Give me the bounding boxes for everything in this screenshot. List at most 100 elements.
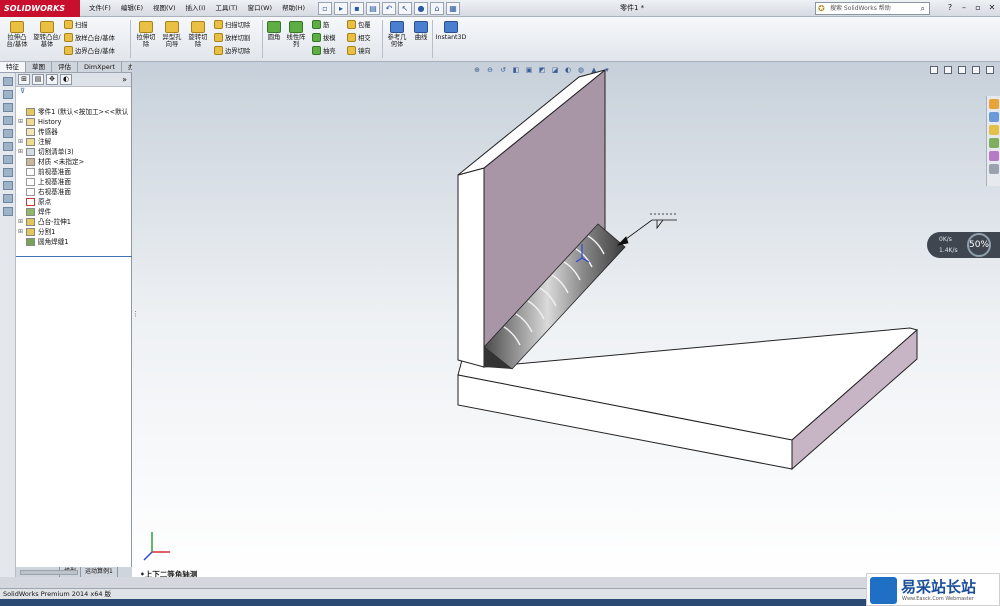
property-manager-icon[interactable]: ▤ bbox=[32, 74, 44, 85]
tree-item-part[interactable]: 零件1 (默认<按加工><<默认 bbox=[18, 107, 128, 117]
rollback-bar[interactable] bbox=[16, 256, 132, 257]
weldment-model[interactable] bbox=[132, 62, 1000, 577]
restore-icon[interactable]: ▫ bbox=[972, 1, 984, 14]
curves-button[interactable]: 曲线 bbox=[412, 21, 430, 41]
menu-tools[interactable]: 工具(T) bbox=[211, 0, 243, 17]
feature-tree-icon[interactable]: ⊞ bbox=[18, 74, 30, 85]
graphics-area[interactable]: ⊕ ⊖ ↺ ◧ ▣ ◩ ◪ ◐ ◍ ▲ ▾ 0K/s 1.4K/s 50% ⋮ … bbox=[132, 62, 1000, 577]
appearances-icon[interactable] bbox=[988, 151, 999, 161]
menu-edit[interactable]: 编辑(E) bbox=[116, 0, 148, 17]
solidworks-logo[interactable]: SOLIDWORKS bbox=[0, 0, 80, 17]
mass-props-icon[interactable] bbox=[2, 168, 13, 177]
tree-item-boss-extrude[interactable]: ⊞ 凸台-拉伸1 bbox=[18, 217, 71, 227]
filter-icon[interactable]: ⊽ bbox=[16, 87, 131, 96]
view-palette-icon[interactable] bbox=[988, 138, 999, 148]
extrude-cut-button[interactable]: 拉伸切除 bbox=[134, 21, 158, 48]
print-icon[interactable]: ▤ bbox=[366, 2, 380, 15]
tree-item-sensors[interactable]: 传感器 bbox=[18, 127, 58, 137]
boundary-cut-button[interactable]: 边界切除 bbox=[214, 46, 250, 55]
menu-view[interactable]: 视图(V) bbox=[148, 0, 181, 17]
lofted-cut-button[interactable]: 放样切割 bbox=[214, 33, 250, 42]
minimize-icon[interactable]: – bbox=[958, 1, 970, 14]
tree-item-material[interactable]: 材质 <未指定> bbox=[18, 157, 84, 167]
tree-item-cut-list[interactable]: ⊞ 切割清单(3) bbox=[18, 147, 74, 157]
linear-pattern-button[interactable]: 线性阵列 bbox=[286, 21, 306, 48]
tab-evaluate[interactable]: 评估 bbox=[52, 62, 78, 72]
design-library-icon[interactable] bbox=[988, 112, 999, 122]
horizontal-scrollbar[interactable] bbox=[20, 570, 78, 575]
tree-item-right-plane[interactable]: 右视基准面 bbox=[18, 187, 71, 197]
section-icon[interactable] bbox=[2, 181, 13, 190]
tree-item-annotations[interactable]: ⊞ 注解 bbox=[18, 137, 51, 147]
undo-icon[interactable]: ↶ bbox=[382, 2, 396, 15]
close-icon[interactable]: ✕ bbox=[986, 1, 998, 14]
configuration-icon[interactable]: ✥ bbox=[46, 74, 58, 85]
tab-dimxpert[interactable]: DimXpert bbox=[78, 62, 122, 72]
table-icon[interactable] bbox=[2, 77, 13, 86]
file-explorer-icon[interactable] bbox=[988, 125, 999, 135]
tree-item-split[interactable]: ⊞ 分割1 bbox=[18, 227, 55, 237]
open-folder-icon[interactable]: ▸ bbox=[334, 2, 348, 15]
tree-item-fillet-bead[interactable]: 圆角焊缝1 bbox=[18, 237, 69, 247]
menu-file[interactable]: 文件(F) bbox=[84, 0, 116, 17]
mirror-button[interactable]: 镜向 bbox=[347, 46, 371, 55]
view-icon[interactable] bbox=[2, 142, 13, 151]
shell-button[interactable]: 抽壳 bbox=[312, 46, 336, 55]
plane-icon[interactable] bbox=[2, 129, 13, 138]
layer-icon[interactable] bbox=[2, 103, 13, 112]
menu-help[interactable]: 帮助(H) bbox=[277, 0, 310, 17]
file-properties-icon[interactable]: ⌂ bbox=[430, 2, 444, 15]
tab-features[interactable]: 特征 bbox=[0, 62, 26, 72]
fillet-button[interactable]: 圆角 bbox=[266, 21, 282, 41]
intersect-button[interactable]: 相交 bbox=[347, 33, 371, 42]
rib-button[interactable]: 筋 bbox=[312, 20, 329, 29]
expand-toggle-icon[interactable]: ⊞ bbox=[18, 227, 26, 237]
tree-item-front-plane[interactable]: 前视基准面 bbox=[18, 167, 71, 177]
check-icon[interactable] bbox=[2, 194, 13, 203]
sweep-button[interactable]: 扫描 bbox=[64, 20, 88, 29]
tree-item-label: 原点 bbox=[38, 198, 52, 206]
expand-toggle-icon[interactable]: ⊞ bbox=[18, 117, 26, 127]
loft-boss-button[interactable]: 放样凸台/基体 bbox=[64, 33, 115, 42]
boundary-boss-button[interactable]: 边界凸台/基体 bbox=[64, 46, 115, 55]
select-icon[interactable]: ↖ bbox=[398, 2, 412, 15]
home-icon[interactable] bbox=[988, 99, 999, 109]
expand-toggle-icon[interactable]: ⊞ bbox=[18, 137, 26, 147]
options-icon[interactable]: ▦ bbox=[446, 2, 460, 15]
appearance-icon[interactable]: ◐ bbox=[60, 74, 72, 85]
tab-sketch[interactable]: 草图 bbox=[26, 62, 52, 72]
units-icon[interactable] bbox=[2, 207, 13, 216]
new-document-icon[interactable]: ▫ bbox=[318, 2, 332, 15]
revolve-boss-button[interactable]: 旋转凸台/基体 bbox=[33, 21, 61, 48]
expand-toggle-icon[interactable]: ⊞ bbox=[18, 147, 26, 157]
measure-icon[interactable] bbox=[2, 155, 13, 164]
chevron-right-icon[interactable]: » bbox=[122, 75, 127, 84]
save-icon[interactable]: ▪ bbox=[350, 2, 364, 15]
tab-motion-study[interactable]: 运动算例1 bbox=[81, 567, 118, 577]
vertical-plate-edge-face[interactable] bbox=[457, 167, 485, 368]
extrude-boss-button[interactable]: 拉伸凸台/基体 bbox=[4, 21, 30, 48]
search-input[interactable]: ✪ 搜索 SolidWorks 帮助 ⌕ bbox=[815, 2, 930, 15]
wrap-button[interactable]: 包覆 bbox=[347, 20, 371, 29]
instant3d-button[interactable]: Instant3D bbox=[435, 21, 467, 41]
tree-item-top-plane[interactable]: 上视基准面 bbox=[18, 177, 71, 187]
reference-geometry-button[interactable]: 参考几何体 bbox=[386, 21, 408, 48]
custom-properties-icon[interactable] bbox=[988, 164, 999, 174]
revolve-cut-button[interactable]: 旋转切除 bbox=[186, 21, 210, 48]
menu-insert[interactable]: 插入(I) bbox=[181, 0, 211, 17]
rebuild-icon[interactable]: ● bbox=[414, 2, 428, 15]
sketch-icon[interactable] bbox=[2, 116, 13, 125]
tree-item-origin[interactable]: 原点 bbox=[18, 197, 51, 207]
menu-window[interactable]: 窗口(W) bbox=[243, 0, 278, 17]
weld-symbol[interactable] bbox=[616, 213, 677, 246]
hole-wizard-button[interactable]: 异型孔向导 bbox=[160, 21, 184, 48]
search-icon[interactable]: ⌕ bbox=[921, 3, 925, 14]
swept-cut-button[interactable]: 扫描切除 bbox=[214, 20, 250, 29]
weldment-icon[interactable] bbox=[2, 90, 13, 99]
panel-resize-handle[interactable]: ⋮ bbox=[132, 310, 139, 330]
expand-toggle-icon[interactable]: ⊞ bbox=[18, 217, 26, 227]
help-icon[interactable]: ? bbox=[944, 1, 956, 14]
tree-item-history[interactable]: ⊞ History bbox=[18, 117, 61, 127]
draft-button[interactable]: 拔模 bbox=[312, 33, 336, 42]
tree-item-weldment[interactable]: 焊件 bbox=[18, 207, 51, 217]
